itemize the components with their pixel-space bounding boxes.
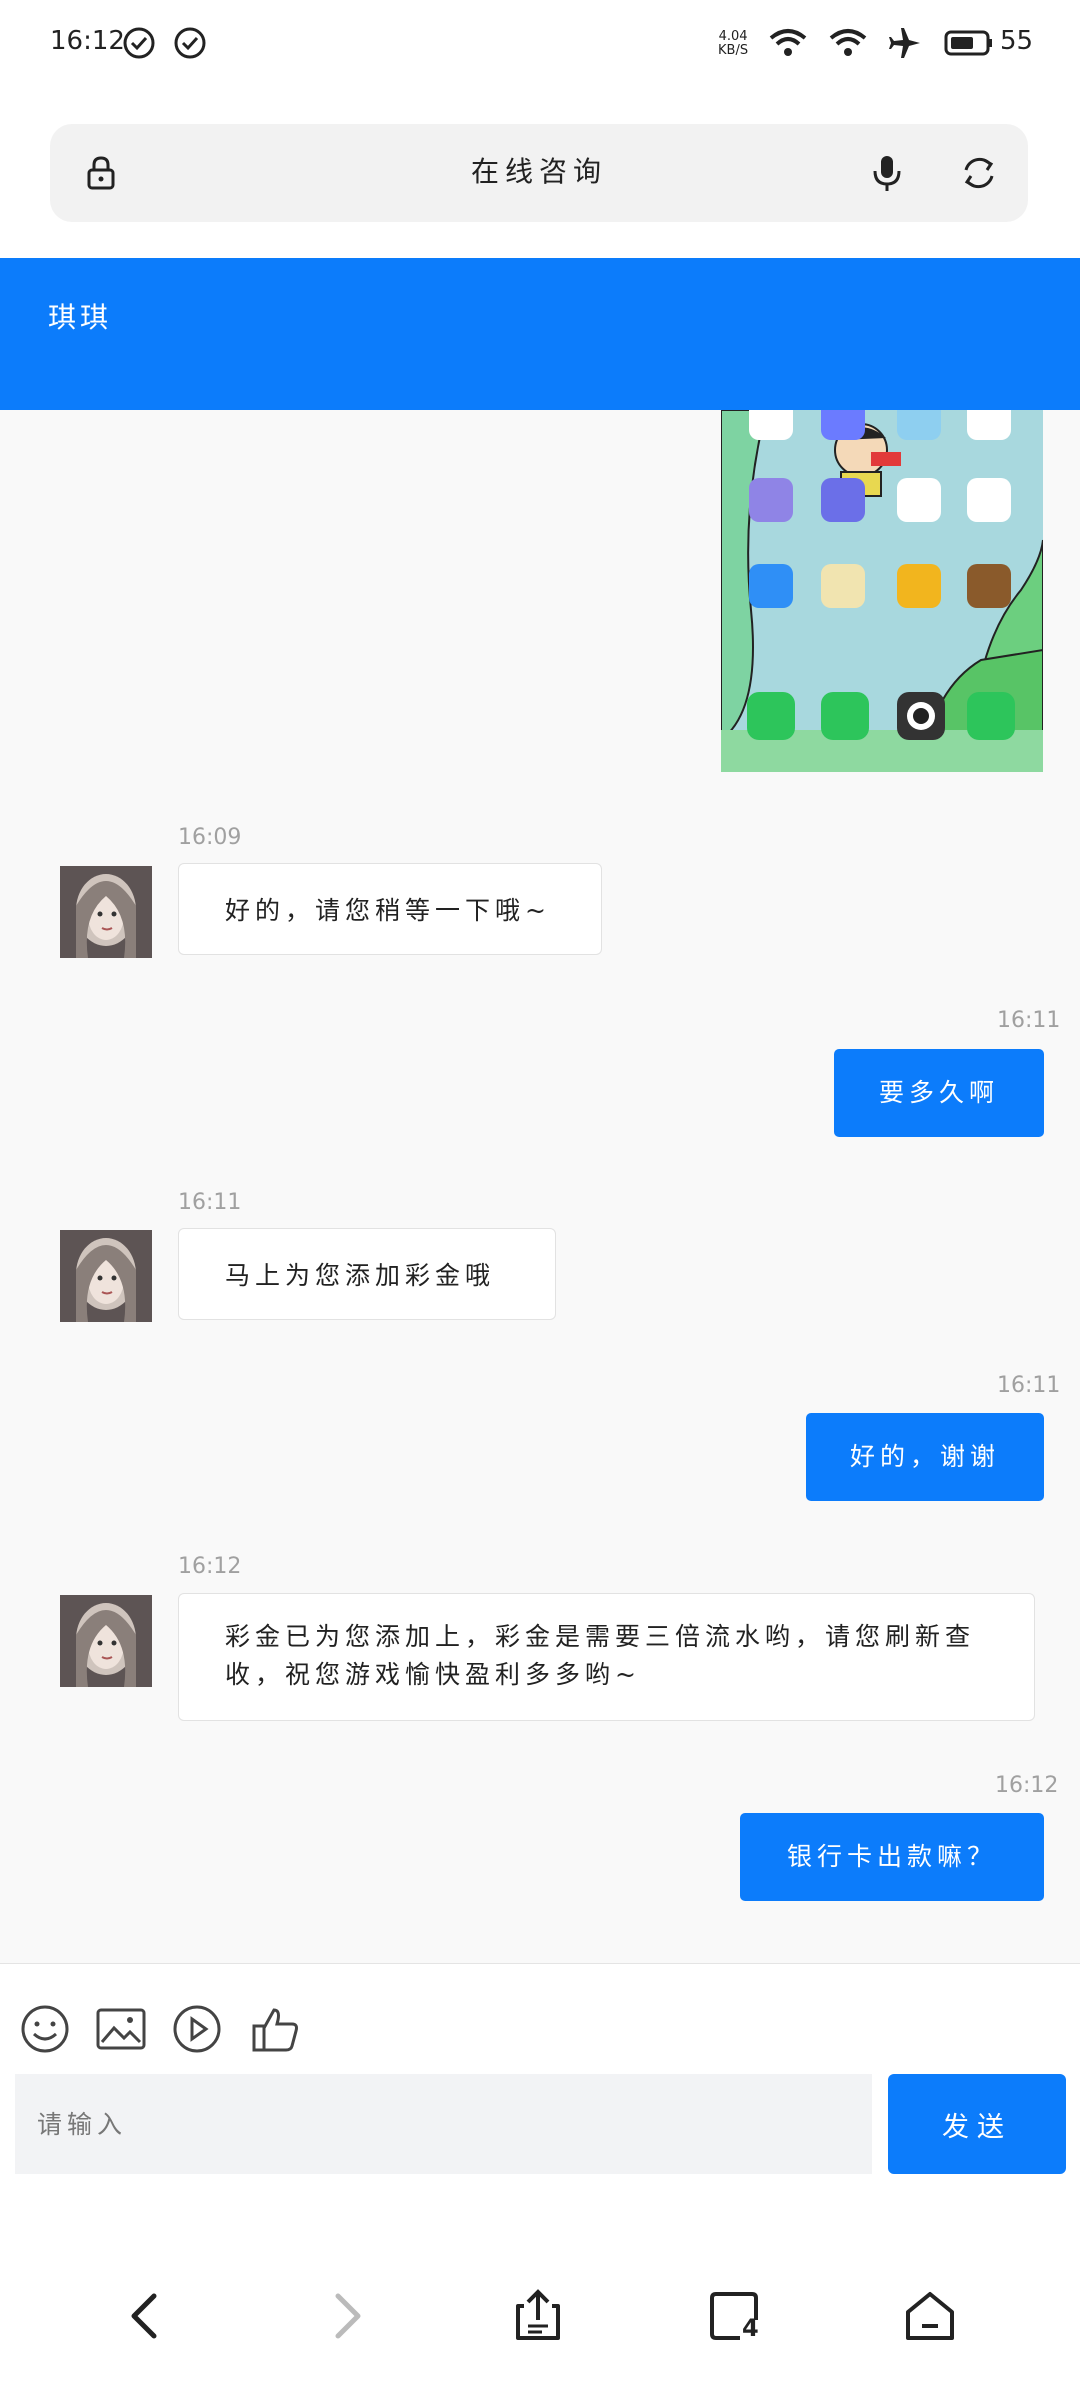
outgoing-message-bubble: 要多久啊 — [834, 1049, 1044, 1137]
address-bar[interactable]: 在线咨询 — [50, 124, 1028, 222]
status-time: 16:12 — [50, 26, 125, 56]
image-icon[interactable] — [94, 2002, 148, 2056]
video-icon[interactable] — [170, 2002, 224, 2056]
agent-avatar — [60, 866, 152, 958]
battery-icon — [944, 30, 992, 56]
forward-icon[interactable] — [316, 2286, 376, 2346]
refresh-icon[interactable] — [958, 152, 1000, 194]
incoming-message-bubble: 彩金已为您添加上，彩金是需要三倍流水哟，请您刷新查收，祝您游戏愉快盈利多多哟~ — [178, 1593, 1035, 1721]
message-timestamp: 16:11 — [178, 1190, 242, 1215]
avatar-image — [60, 1230, 152, 1322]
avatar-image — [60, 866, 152, 958]
agent-avatar — [60, 1230, 152, 1322]
message-timestamp: 16:11 — [997, 1373, 1061, 1398]
thumbs-up-icon[interactable] — [248, 2002, 302, 2056]
composer: 发送 4 — [0, 1963, 1080, 2401]
chat-header: 琪琪 — [0, 258, 1080, 410]
message-timestamp: 16:11 — [997, 1008, 1061, 1033]
outgoing-message-bubble: 好的，谢谢 — [806, 1413, 1044, 1501]
share-icon[interactable] — [508, 2286, 568, 2346]
browser-header: 在线咨询 — [0, 88, 1080, 258]
outgoing-message-bubble: 银行卡出款嘛？ — [740, 1813, 1044, 1901]
send-button[interactable]: 发送 — [888, 2074, 1066, 2174]
wifi-icon — [769, 29, 807, 56]
agent-avatar — [60, 1595, 152, 1687]
battery-level: 55 — [1000, 26, 1034, 56]
incoming-message-bubble: 马上为您添加彩金哦 — [178, 1228, 556, 1320]
message-timestamp: 16:12 — [995, 1773, 1059, 1798]
phone-screenshot-image — [721, 410, 1043, 772]
chat-messages[interactable]: 16:09 好的，请您稍等一下哦~ 16:11 要多久啊 16:11 马上为您添… — [0, 410, 1080, 1963]
check-circle-icon — [174, 27, 206, 59]
incoming-message-bubble: 好的，请您稍等一下哦~ — [178, 863, 602, 955]
emoji-icon[interactable] — [18, 2002, 72, 2056]
message-timestamp: 16:12 — [178, 1554, 242, 1579]
wifi-icon — [829, 29, 867, 56]
message-input[interactable] — [15, 2074, 872, 2174]
agent-name: 琪琪 — [48, 301, 113, 334]
network-speed: 4.04 KB/S — [718, 29, 749, 58]
tab-count: 4 — [742, 2314, 759, 2342]
check-circle-icon — [123, 27, 155, 59]
tabs-button[interactable]: 4 — [706, 2286, 766, 2346]
back-icon[interactable] — [116, 2286, 176, 2346]
airplane-icon — [889, 28, 920, 58]
avatar-image — [60, 1595, 152, 1687]
status-bar: 16:12 4.04 KB/S 55 — [0, 0, 1080, 88]
sent-image-message[interactable] — [721, 410, 1043, 772]
message-timestamp: 16:09 — [178, 825, 242, 850]
home-icon[interactable] — [900, 2286, 960, 2346]
microphone-icon[interactable] — [866, 152, 908, 194]
